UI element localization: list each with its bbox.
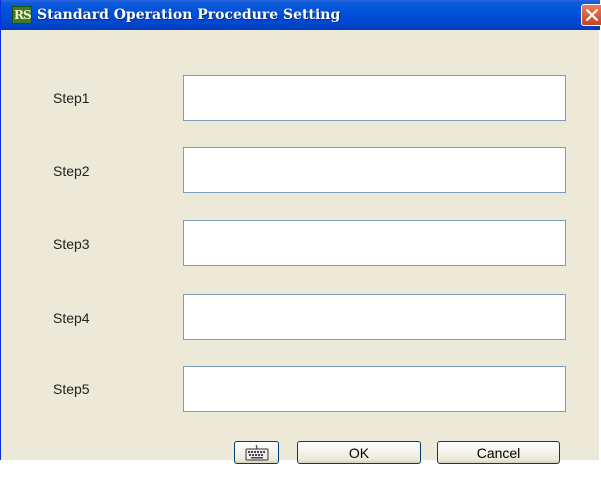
title-bar[interactable]: RS Standard Operation Procedure Setting — [1, 0, 601, 30]
step3-input[interactable] — [183, 220, 566, 266]
step4-label: Step4 — [53, 310, 90, 326]
step1-label: Step1 — [53, 90, 90, 106]
ok-button[interactable]: OK — [297, 441, 421, 464]
sop-setting-dialog: RS Standard Operation Procedure Setting … — [0, 0, 601, 464]
close-icon — [586, 9, 598, 21]
step1-input[interactable] — [183, 75, 566, 121]
step2-label: Step2 — [53, 163, 90, 179]
close-button[interactable] — [581, 4, 601, 26]
window-title: Standard Operation Procedure Setting — [37, 7, 341, 23]
keyboard-button[interactable] — [234, 441, 279, 464]
step4-input[interactable] — [183, 294, 566, 340]
cancel-button[interactable]: Cancel — [437, 441, 560, 464]
app-logo-text: RS — [14, 8, 32, 22]
step3-label: Step3 — [53, 236, 90, 252]
step2-input[interactable] — [183, 147, 566, 193]
step5-input[interactable] — [183, 366, 566, 412]
keyboard-icon — [245, 444, 268, 460]
step5-label: Step5 — [53, 381, 90, 397]
app-logo-icon: RS — [12, 6, 32, 24]
